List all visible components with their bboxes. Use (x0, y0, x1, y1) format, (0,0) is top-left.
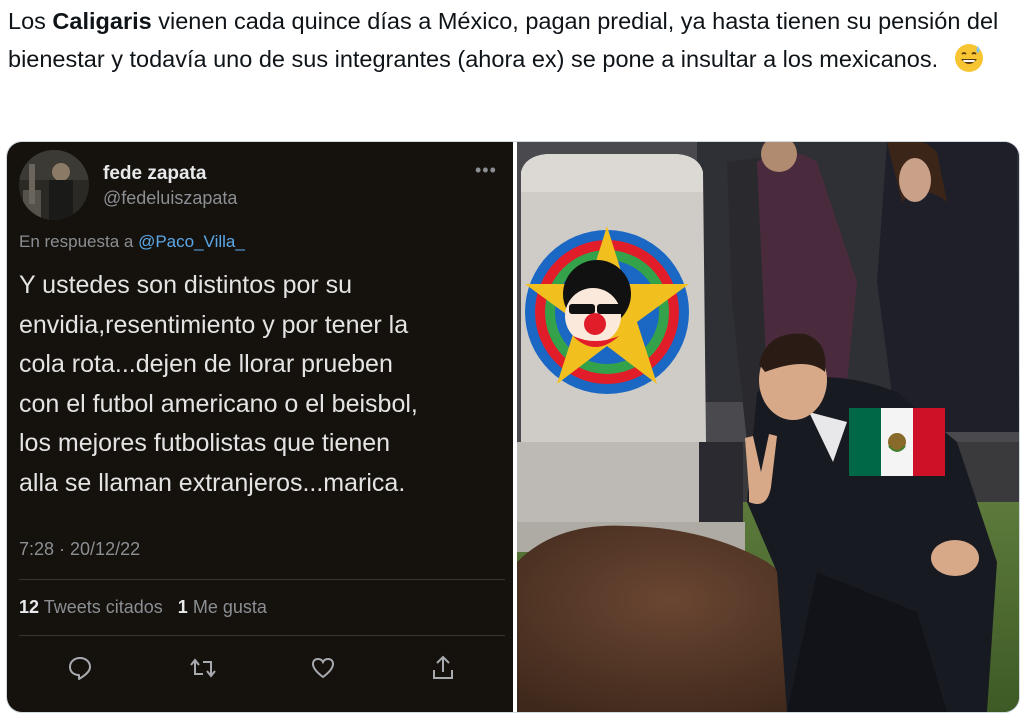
reply-icon[interactable] (62, 650, 98, 686)
divider (19, 635, 505, 636)
user-handle[interactable]: @fedeluiszapata (103, 188, 237, 209)
quoted-tweet-screenshot: fede zapata @fedeluiszapata ••• En respu… (7, 142, 513, 712)
divider (19, 579, 505, 580)
timestamp[interactable]: 7:28 · 20/12/22 (19, 539, 140, 560)
action-bar (7, 650, 513, 690)
engagement-stats: 12 Tweets citados 1 Me gusta (19, 597, 267, 618)
grinning-face-with-sweat-icon (955, 44, 984, 72)
display-name[interactable]: fede zapata (103, 163, 206, 185)
tweet-text-rest: vienen cada quince días a México, pagan … (8, 8, 999, 72)
avatar (19, 150, 89, 220)
share-icon[interactable] (425, 650, 461, 686)
more-options-icon[interactable]: ••• (475, 160, 497, 181)
likes-label[interactable]: Me gusta (193, 597, 267, 617)
quotes-label[interactable]: Tweets citados (44, 597, 163, 617)
reply-context: En respuesta a @Paco_Villa_ (19, 232, 245, 252)
reply-to-link[interactable]: @Paco_Villa_ (138, 232, 245, 251)
likes-count[interactable]: 1 (178, 597, 188, 617)
meme-image[interactable] (517, 142, 1019, 712)
quotes-count[interactable]: 12 (19, 597, 39, 617)
tweet-text-start: Los (8, 8, 53, 34)
media-container[interactable]: fede zapata @fedeluiszapata ••• En respu… (6, 141, 1020, 713)
meme-illustration (517, 142, 1019, 712)
like-icon[interactable] (305, 650, 341, 686)
retweet-icon[interactable] (185, 650, 221, 686)
tweet-text: Los Caligaris vienen cada quince días a … (8, 2, 1008, 78)
tweet-text-bold: Caligaris (52, 8, 152, 34)
reply-prefix: En respuesta a (19, 232, 139, 251)
quoted-tweet-body: Y ustedes son distintos por su envidia,r… (19, 271, 418, 497)
